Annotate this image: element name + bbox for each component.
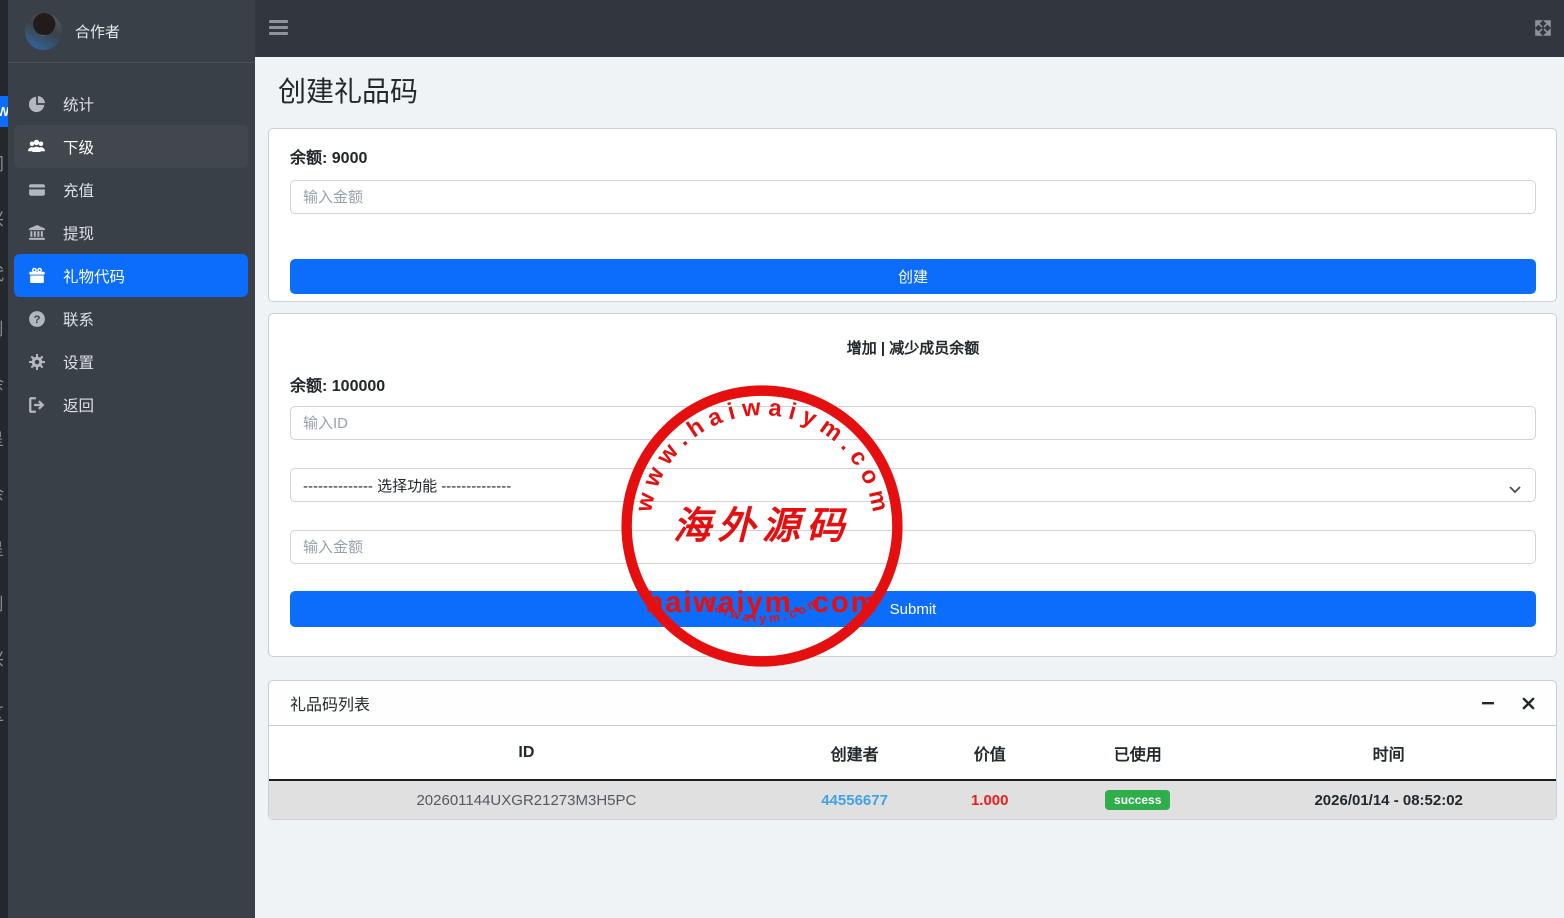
underlay-active-fragment: W — [0, 96, 8, 127]
underlay-glyph-fragment: 刂 — [0, 315, 4, 340]
balance-label: 余额: 9000 — [290, 144, 1536, 168]
sidebar-item-label: 设置 — [63, 351, 94, 373]
gear-icon — [27, 352, 46, 371]
minimize-icon[interactable] — [1480, 696, 1495, 711]
sidebar-item-stats[interactable]: 统计 — [14, 82, 248, 125]
sidebar-item-label: 返回 — [63, 394, 94, 416]
table-header-row: ID 创建者 价值 已使用 时间 — [269, 726, 1556, 780]
member-id-input[interactable] — [290, 406, 1536, 440]
underlay-glyph-fragment: 呈 — [0, 535, 4, 560]
sidebar-item-label: 联系 — [63, 308, 94, 330]
function-select-value: -------------- 选择功能 -------------- — [303, 475, 511, 496]
sidebar-item-withdraw[interactable]: 提现 — [14, 211, 248, 254]
gift-code-list-card: 礼品码列表 ID 创建者 价值 已使用 时间 — [268, 680, 1557, 820]
avatar[interactable] — [25, 13, 62, 50]
status-badge: success — [1105, 790, 1170, 810]
amount-input[interactable] — [290, 180, 1536, 214]
sidebar-item-contact[interactable]: ? 联系 — [14, 297, 248, 340]
column-used: 已使用 — [1054, 726, 1221, 780]
fullscreen-icon[interactable] — [1534, 19, 1552, 37]
sidebar-item-label: 提现 — [63, 222, 94, 244]
adjust-amount-input[interactable] — [290, 530, 1536, 564]
menu-toggle-icon[interactable] — [269, 20, 289, 36]
underlay-glyph-fragment: 区 — [0, 700, 4, 725]
underlay-glyph-fragment: 佘 — [0, 370, 4, 395]
underlay-glyph-fragment: 兴 — [0, 205, 4, 230]
sidebar-item-label: 下级 — [63, 136, 94, 158]
page-title: 创建礼品码 — [278, 75, 1564, 109]
column-time: 时间 — [1221, 726, 1556, 780]
main-content: 创建礼品码 余额: 9000 创建 增加 | 减少成员余额 余额: 100000… — [255, 57, 1564, 918]
gift-icon — [27, 266, 46, 285]
topbar — [255, 0, 1564, 57]
sidebar-item-back[interactable]: 返回 — [14, 383, 248, 426]
sidebar-item-subordinates[interactable]: 下级 — [14, 125, 248, 168]
balance-label: 余额: 100000 — [290, 372, 1536, 396]
gift-code-id: 202601144UXGR21273M3H5PC — [269, 780, 784, 819]
list-card-title: 礼品码列表 — [290, 691, 370, 715]
sidebar: 合作者 统计 下级 充值 提现 — [8, 0, 255, 918]
sidebar-user-header: 合作者 — [8, 0, 255, 63]
user-name: 合作者 — [75, 21, 120, 42]
used-cell: success — [1054, 780, 1221, 819]
table-row: 202601144UXGR21273M3H5PC 44556677 1.000 … — [269, 780, 1556, 819]
svg-text:?: ? — [33, 313, 40, 325]
sidebar-item-recharge[interactable]: 充值 — [14, 168, 248, 211]
underlay-glyph-fragment: 代 — [0, 260, 4, 285]
gift-code-table: ID 创建者 价值 已使用 时间 202601144UXGR21273M3H5P… — [269, 726, 1556, 819]
sidebar-item-gift-codes[interactable]: 礼物代码 — [14, 254, 248, 297]
close-icon[interactable] — [1521, 696, 1536, 711]
sidebar-item-label: 礼物代码 — [63, 265, 125, 287]
users-icon — [27, 137, 46, 156]
bank-icon — [27, 223, 46, 242]
question-circle-icon: ? — [27, 309, 46, 328]
credit-card-icon — [27, 180, 46, 199]
adjust-balance-card: 增加 | 减少成员余额 余额: 100000 -------------- 选择… — [268, 313, 1557, 657]
sidebar-item-label: 充值 — [63, 179, 94, 201]
underlay-glyph-fragment: 佘 — [0, 480, 4, 505]
underlay-glyph-fragment: 门 — [0, 150, 4, 175]
gift-value: 1.000 — [925, 780, 1054, 819]
adjust-card-title: 增加 | 减少成员余额 — [290, 339, 1536, 358]
sidebar-item-settings[interactable]: 设置 — [14, 340, 248, 383]
creator-id: 44556677 — [784, 780, 926, 819]
created-time: 2026/01/14 - 08:52:02 — [1221, 780, 1556, 819]
function-select[interactable]: -------------- 选择功能 -------------- — [290, 468, 1536, 502]
background-sidebar-strip: W 门 兴 代 刂 佘 呈 佘 呈 刂 兴 区 — [0, 0, 8, 918]
column-value: 价值 — [925, 726, 1054, 780]
create-button[interactable]: 创建 — [290, 259, 1536, 294]
underlay-glyph-fragment: 兴 — [0, 645, 4, 670]
column-creator: 创建者 — [784, 726, 926, 780]
sidebar-item-label: 统计 — [63, 93, 94, 115]
submit-button[interactable]: Submit — [290, 591, 1536, 627]
chevron-down-icon — [1509, 481, 1521, 498]
logout-icon — [27, 395, 46, 414]
underlay-glyph-fragment: 呈 — [0, 425, 4, 450]
sidebar-nav: 统计 下级 充值 提现 礼物代码 — [8, 82, 255, 426]
underlay-glyph-fragment: 刂 — [0, 590, 4, 615]
pie-chart-icon — [27, 94, 46, 113]
create-gift-code-card: 余额: 9000 创建 — [268, 128, 1557, 302]
column-id: ID — [269, 726, 784, 780]
